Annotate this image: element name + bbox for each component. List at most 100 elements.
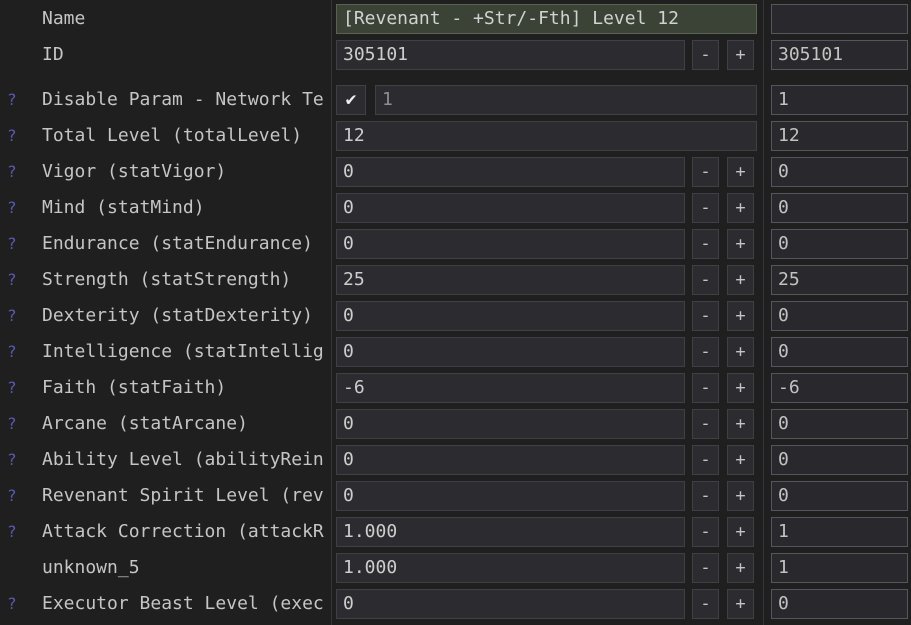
param-label: Dexterity (statDexterity) [42, 301, 330, 331]
param-label: Executor Beast Level (exec [42, 589, 330, 619]
ref-value-field[interactable]: 0 [771, 157, 908, 187]
value-input[interactable]: 0 [336, 409, 685, 439]
value-input[interactable]: 25 [336, 265, 685, 295]
help-icon[interactable]: ? [7, 337, 17, 367]
increment-button[interactable]: + [727, 553, 754, 583]
help-icon[interactable]: ? [7, 409, 17, 439]
disable-param-checkbox[interactable]: ✔ [336, 85, 366, 115]
decrement-button[interactable]: - [692, 40, 719, 70]
decrement-button[interactable]: - [692, 553, 719, 583]
ref-value-field[interactable]: 0 [771, 229, 908, 259]
ref-value-field[interactable]: 0 [771, 481, 908, 511]
ref-value-field[interactable]: 0 [771, 193, 908, 223]
increment-button[interactable]: + [727, 229, 754, 259]
value-input[interactable]: 0 [336, 229, 685, 259]
param-label: Total Level (totalLevel) [42, 121, 330, 151]
ref-value-field[interactable]: 305101 [771, 40, 908, 70]
param-row: ?Mind (statMind)0-+0 [0, 193, 911, 223]
help-icon[interactable]: ? [7, 301, 17, 331]
value-input[interactable]: 0 [336, 589, 685, 619]
param-row: ?Vigor (statVigor)0-+0 [0, 157, 911, 187]
increment-button[interactable]: + [727, 157, 754, 187]
value-input[interactable]: -6 [336, 373, 685, 403]
help-icon[interactable]: ? [7, 481, 17, 511]
value-input[interactable]: 0 [336, 481, 685, 511]
param-label: Revenant Spirit Level (rev [42, 481, 330, 511]
checkmark-icon: ✔ [346, 89, 357, 110]
increment-button[interactable]: + [727, 517, 754, 547]
increment-button[interactable]: + [727, 265, 754, 295]
help-icon[interactable]: ? [7, 193, 17, 223]
value-input[interactable]: 1 [375, 85, 757, 115]
param-label: Name [42, 4, 330, 34]
help-icon[interactable]: ? [7, 229, 17, 259]
decrement-button[interactable]: - [692, 337, 719, 367]
increment-button[interactable]: + [727, 373, 754, 403]
ref-value-field[interactable]: -6 [771, 373, 908, 403]
decrement-button[interactable]: - [692, 193, 719, 223]
param-row: ?Attack Correction (attackR1.000-+1 [0, 517, 911, 547]
decrement-button[interactable]: - [692, 409, 719, 439]
value-input[interactable]: 0 [336, 193, 685, 223]
decrement-button[interactable]: - [692, 445, 719, 475]
decrement-button[interactable]: - [692, 373, 719, 403]
help-icon[interactable]: ? [7, 517, 17, 547]
param-label: Faith (statFaith) [42, 373, 330, 403]
ref-value-field[interactable] [771, 4, 908, 34]
ref-value-field[interactable]: 1 [771, 85, 908, 115]
increment-button[interactable]: + [727, 301, 754, 331]
decrement-button[interactable]: - [692, 157, 719, 187]
increment-button[interactable]: + [727, 193, 754, 223]
value-input[interactable]: 0 [336, 445, 685, 475]
increment-button[interactable]: + [727, 409, 754, 439]
help-icon[interactable]: ? [7, 121, 17, 151]
increment-button[interactable]: + [727, 481, 754, 511]
ref-value-field[interactable]: 0 [771, 301, 908, 331]
value-input[interactable]: 1.000 [336, 553, 685, 583]
increment-button[interactable]: + [727, 337, 754, 367]
param-row: ?Arcane (statArcane)0-+0 [0, 409, 911, 439]
param-label: Disable Param - Network Te [42, 85, 330, 115]
param-row: ?Faith (statFaith)-6-+-6 [0, 373, 911, 403]
decrement-button[interactable]: - [692, 301, 719, 331]
help-icon[interactable]: ? [7, 373, 17, 403]
help-icon[interactable]: ? [7, 157, 17, 187]
value-input[interactable]: 0 [336, 337, 685, 367]
ref-value-field[interactable]: 0 [771, 409, 908, 439]
param-row: ?Total Level (totalLevel)1212 [0, 121, 911, 151]
value-input[interactable]: 0 [336, 157, 685, 187]
value-input[interactable]: 1.000 [336, 517, 685, 547]
param-label: Ability Level (abilityRein [42, 445, 330, 475]
help-icon[interactable]: ? [7, 589, 17, 619]
value-input[interactable]: 12 [336, 121, 757, 151]
increment-button[interactable]: + [727, 445, 754, 475]
param-row: ?Dexterity (statDexterity)0-+0 [0, 301, 911, 331]
ref-value-field[interactable]: 25 [771, 265, 908, 295]
increment-button[interactable]: + [727, 589, 754, 619]
ref-value-field[interactable]: 1 [771, 553, 908, 583]
param-row: ?Intelligence (statIntellig0-+0 [0, 337, 911, 367]
name-input[interactable]: [Revenant - +Str/-Fth] Level 12 [336, 4, 757, 34]
help-icon[interactable]: ? [7, 265, 17, 295]
value-input[interactable]: 305101 [336, 40, 685, 70]
increment-button[interactable]: + [727, 40, 754, 70]
param-label: ID [42, 40, 330, 70]
decrement-button[interactable]: - [692, 517, 719, 547]
ref-value-field[interactable]: 0 [771, 445, 908, 475]
value-input[interactable]: 0 [336, 301, 685, 331]
ref-value-field[interactable]: 0 [771, 337, 908, 367]
ref-value-field[interactable]: 0 [771, 589, 908, 619]
decrement-button[interactable]: - [692, 265, 719, 295]
decrement-button[interactable]: - [692, 229, 719, 259]
decrement-button[interactable]: - [692, 589, 719, 619]
help-icon[interactable]: ? [7, 445, 17, 475]
ref-value-field[interactable]: 12 [771, 121, 908, 151]
param-row: ?Endurance (statEndurance)0-+0 [0, 229, 911, 259]
decrement-button[interactable]: - [692, 481, 719, 511]
param-row: Name[Revenant - +Str/-Fth] Level 12 [0, 4, 911, 34]
param-row: ?Revenant Spirit Level (rev0-+0 [0, 481, 911, 511]
help-icon[interactable]: ? [7, 85, 17, 115]
param-row: ID305101-+305101 [0, 40, 911, 70]
param-editor-panel: Name[Revenant - +Str/-Fth] Level 12ID305… [0, 0, 911, 625]
ref-value-field[interactable]: 1 [771, 517, 908, 547]
